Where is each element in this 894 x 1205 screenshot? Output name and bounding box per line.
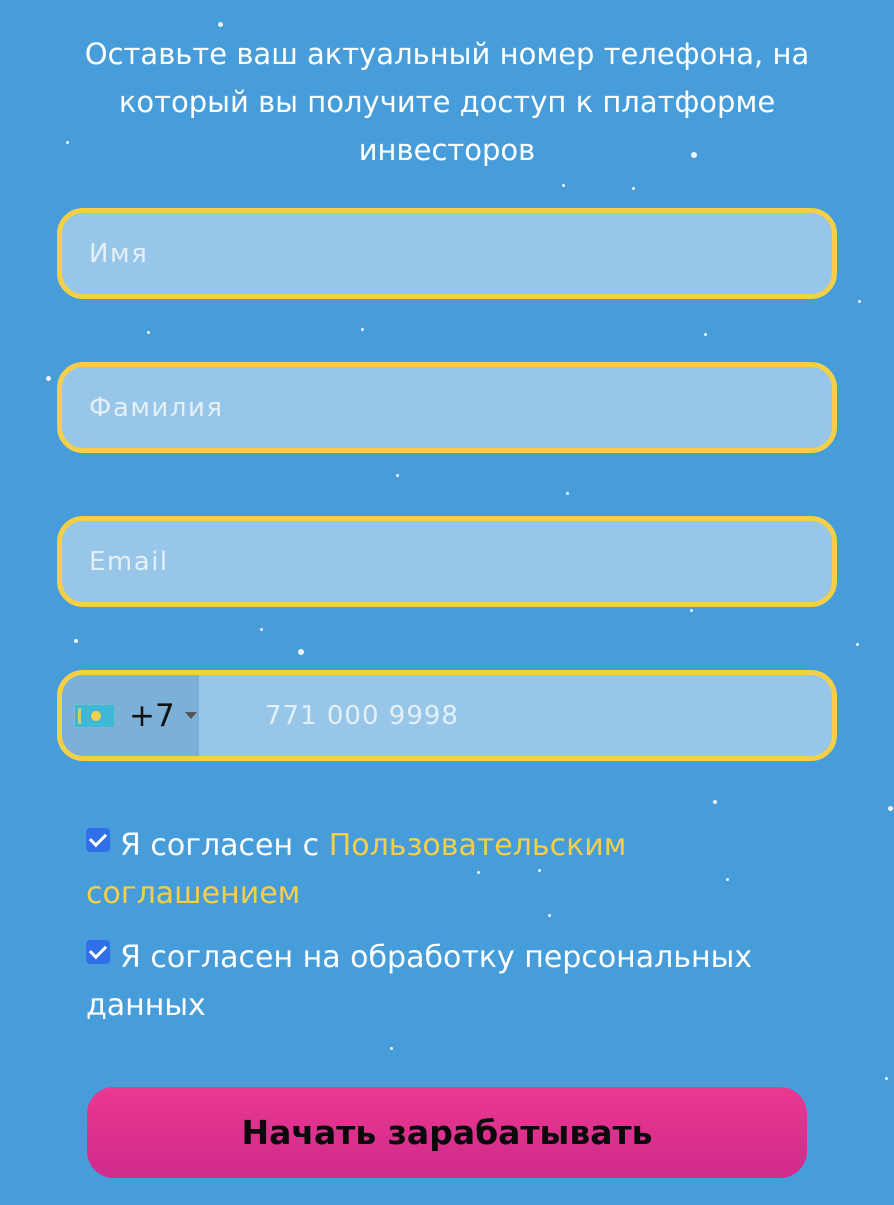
first-name-field[interactable] [57,208,837,299]
terms-checkbox[interactable] [86,828,110,852]
phone-input[interactable] [199,675,832,756]
first-name-input[interactable] [62,213,832,294]
dial-code: +7 [129,697,175,734]
privacy-consent: Я согласен на обработку персональных дан… [86,934,806,1030]
terms-consent-text: Я согласен с [120,828,329,863]
form-headline: Оставьте ваш актуальный номер телефона, … [84,37,810,167]
privacy-consent-text: Я согласен на обработку персональных дан… [86,940,753,1023]
country-code-selector[interactable]: +7 [62,675,199,756]
privacy-checkbox[interactable] [86,940,110,964]
email-input[interactable] [62,521,832,602]
start-earning-button[interactable]: Начать зарабатывать [87,1087,807,1178]
phone-field[interactable]: +7 [57,670,837,761]
last-name-input[interactable] [62,367,832,448]
kazakhstan-flag-icon [74,703,115,728]
terms-consent: Я согласен с Пользовательским соглашение… [86,822,806,918]
email-field[interactable] [57,516,837,607]
last-name-field[interactable] [57,362,837,453]
caret-down-icon [184,712,197,719]
